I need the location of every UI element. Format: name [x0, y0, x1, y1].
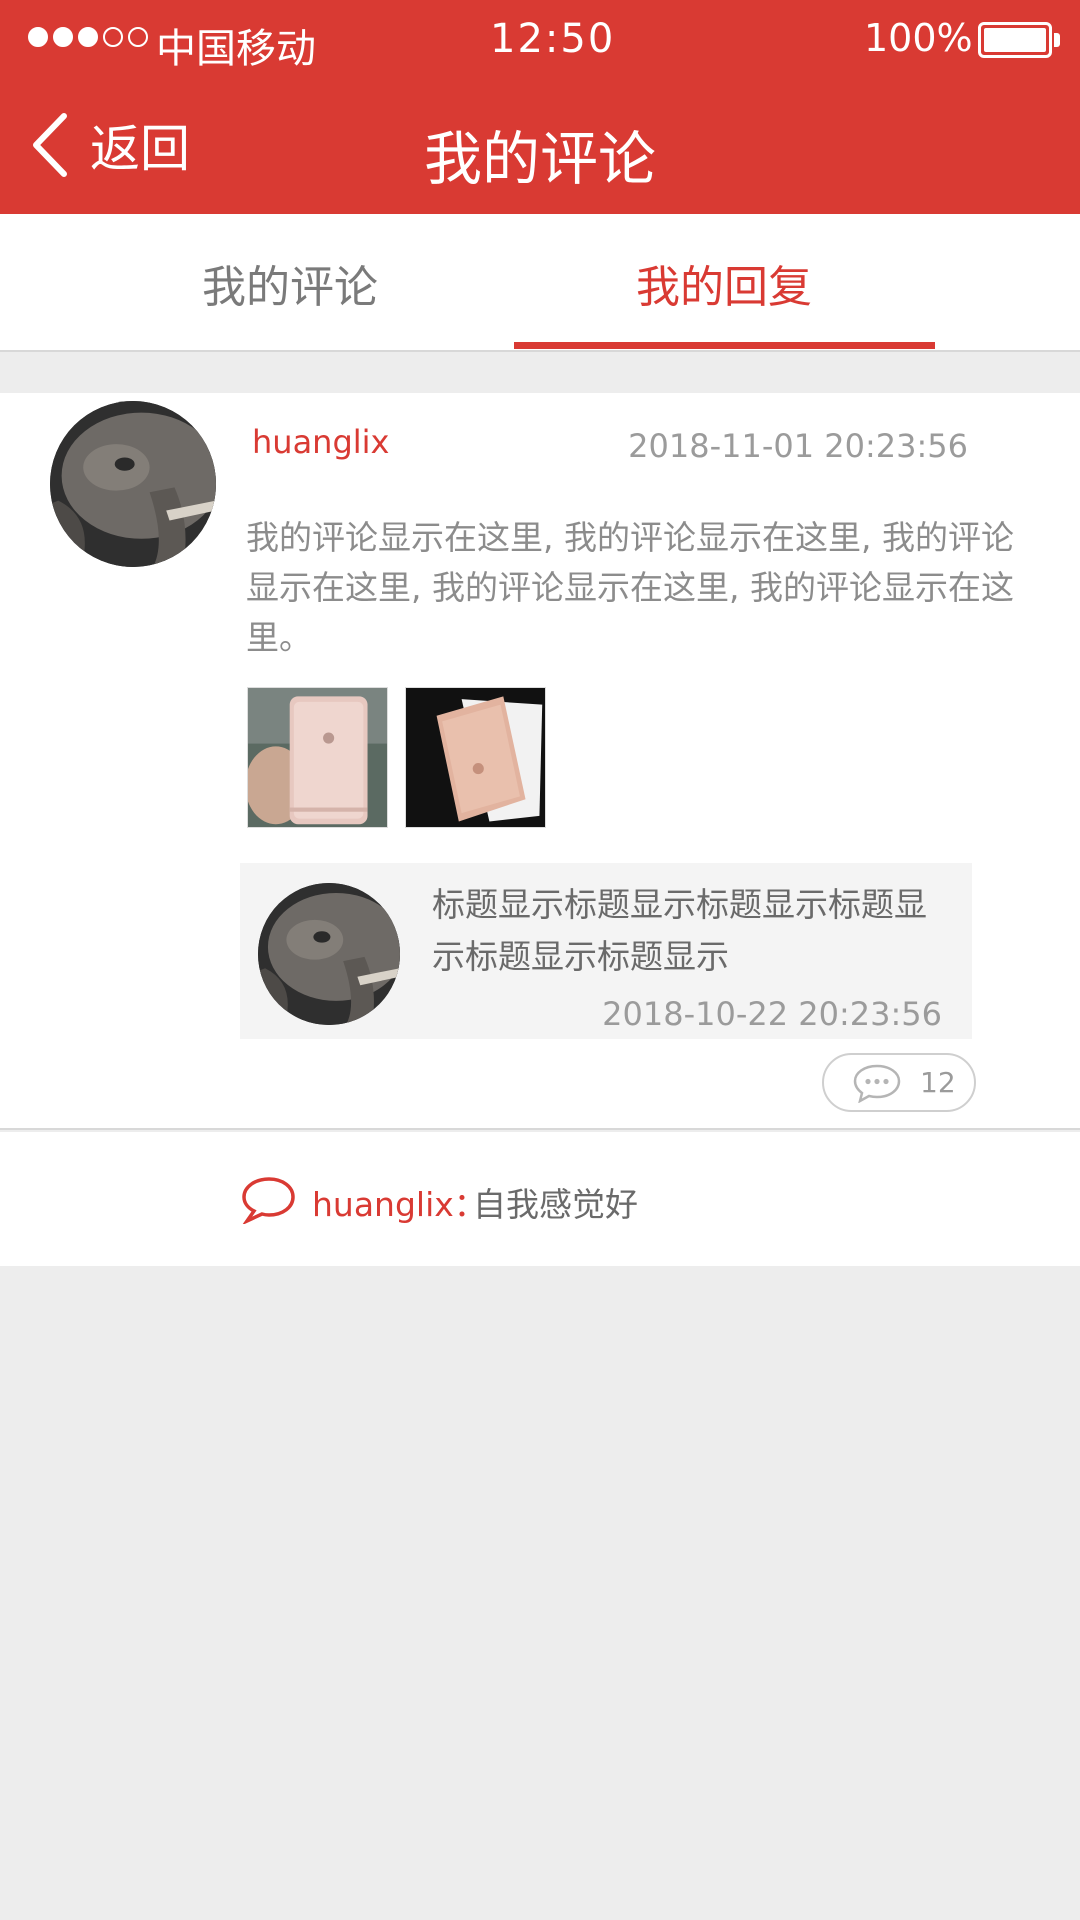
signal-dot	[53, 27, 73, 47]
comment-card: huanglix 2018-11-01 20:23:56 我的评论显示在这里, …	[0, 393, 1080, 1130]
phone-on-box-image	[406, 688, 545, 827]
reply-username[interactable]: huanglix：	[312, 1178, 487, 1226]
reply-item: huanglix： 自我感觉好	[0, 1132, 1080, 1266]
phone-in-hand-image	[248, 688, 387, 827]
battery-icon	[978, 22, 1052, 58]
reply-count-button[interactable]: 12	[822, 1053, 976, 1112]
quoted-post-title: 标题显示标题显示标题显示标题显示标题显示标题显示	[432, 885, 927, 976]
quoted-post[interactable]: 标题显示标题显示标题显示标题显示标题显示标题显示 2018-10-22 20:2…	[240, 863, 972, 1039]
signal-dot	[28, 27, 48, 47]
quoted-post-time: 2018-10-22 20:23:56	[602, 995, 942, 1033]
page-title: 我的评论	[423, 125, 656, 193]
active-tab-indicator	[514, 342, 935, 349]
quoted-post-avatar	[258, 883, 400, 1025]
battery-percentage: 100%	[864, 16, 973, 60]
navigation-bar: 返回 我的评论	[0, 80, 1080, 214]
tab-bar: 我的评论 我的回复	[0, 214, 1080, 352]
comment-username[interactable]: huanglix	[252, 423, 389, 461]
speech-bubble-icon	[242, 1177, 295, 1224]
status-bar: 中国移动 12:50 100%	[0, 0, 1080, 80]
battery-tip	[1054, 33, 1060, 47]
comment-image-thumbnail[interactable]	[405, 687, 546, 828]
signal-dot	[103, 27, 123, 47]
avatar[interactable]	[50, 401, 216, 567]
elephant-avatar-image	[50, 401, 216, 567]
reply-text: 自我感觉好	[473, 1185, 638, 1224]
signal-dot	[128, 27, 148, 47]
signal-dot	[78, 27, 98, 47]
comment-time: 2018-11-01 20:23:56	[628, 427, 968, 465]
tab-my-replies[interactable]: 我的回复	[514, 214, 934, 352]
signal-strength-indicator	[28, 27, 148, 47]
comment-text: 我的评论显示在这里, 我的评论显示在这里, 我的评论显示在这里, 我的评论显示在…	[246, 518, 1014, 657]
elephant-avatar-image	[258, 883, 400, 1025]
reply-count: 12	[920, 1066, 956, 1099]
chat-bubble-icon	[853, 1064, 901, 1103]
comment-image-thumbnail[interactable]	[247, 687, 388, 828]
status-time: 12:50	[490, 16, 616, 62]
carrier-name: 中国移动	[156, 26, 316, 72]
tab-my-comments[interactable]: 我的评论	[80, 214, 500, 352]
